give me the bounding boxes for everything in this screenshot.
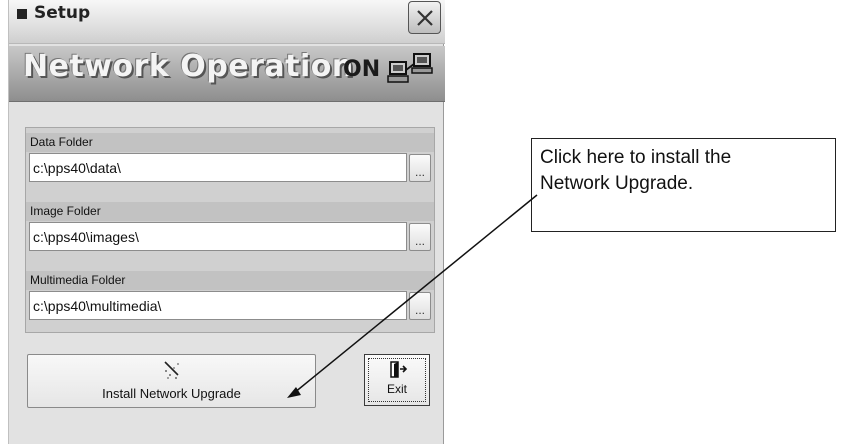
- callout-arrow: [287, 194, 538, 398]
